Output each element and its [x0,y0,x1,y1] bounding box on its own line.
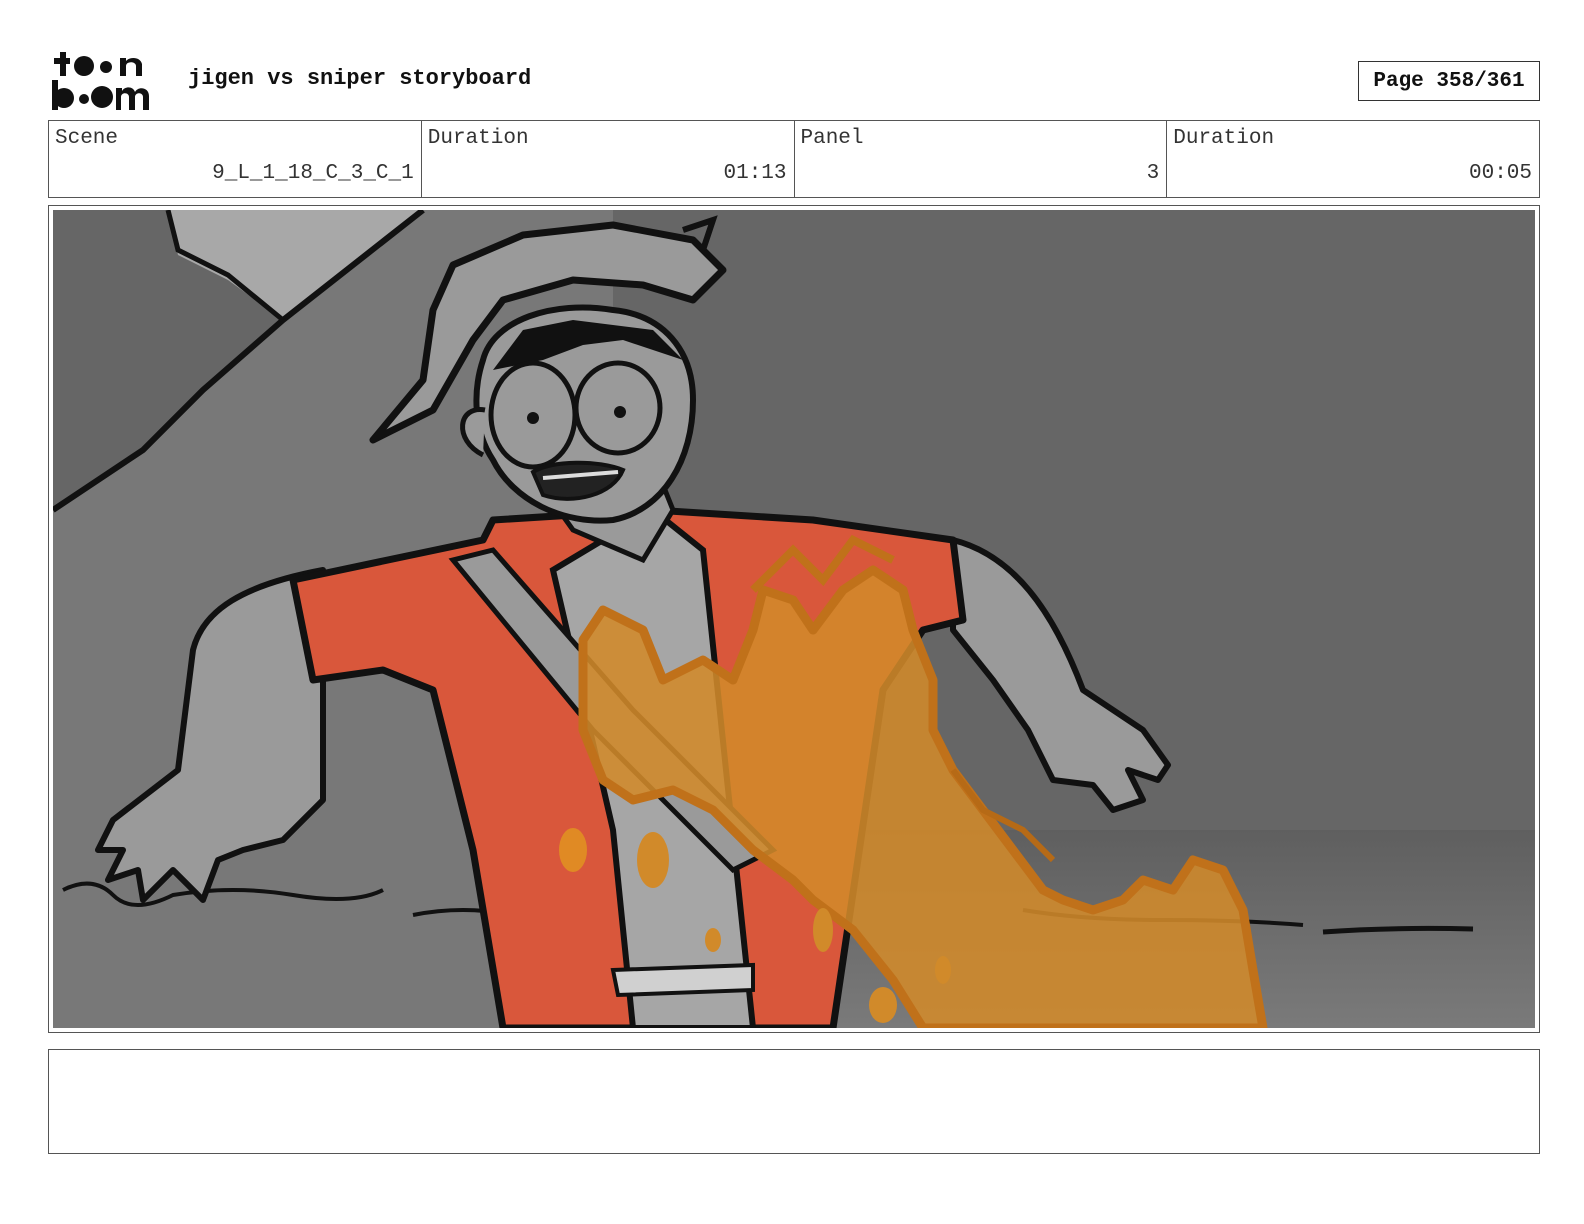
scene-duration-value: 01:13 [723,162,787,185]
panel-duration-cell: Duration 00:05 [1167,121,1539,197]
scene-info-row: Scene 9_L_1_18_C_3_C_1 Duration 01:13 Pa… [48,120,1540,198]
scene-label: Scene [55,127,119,150]
toon-boom-logo [50,50,166,112]
panel-notes-box [48,1049,1540,1154]
scene-cell: Scene 9_L_1_18_C_3_C_1 [49,121,422,197]
panel-value: 3 [1146,162,1160,185]
scene-duration-label: Duration [427,127,529,150]
panel-label: Panel [800,127,864,150]
page-indicator: Page 358/361 [1358,61,1540,101]
panel-cell: Panel 3 [795,121,1168,197]
panel-duration-value: 00:05 [1468,162,1532,185]
document-title: jigen vs sniper storyboard [188,66,532,91]
panel-duration-label: Duration [1173,127,1275,150]
storyboard-panel-frame [48,205,1540,1033]
scene-value: 9_L_1_18_C_3_C_1 [212,162,414,185]
storyboard-drawing-icon [53,210,1535,1028]
scene-duration-cell: Duration 01:13 [422,121,795,197]
